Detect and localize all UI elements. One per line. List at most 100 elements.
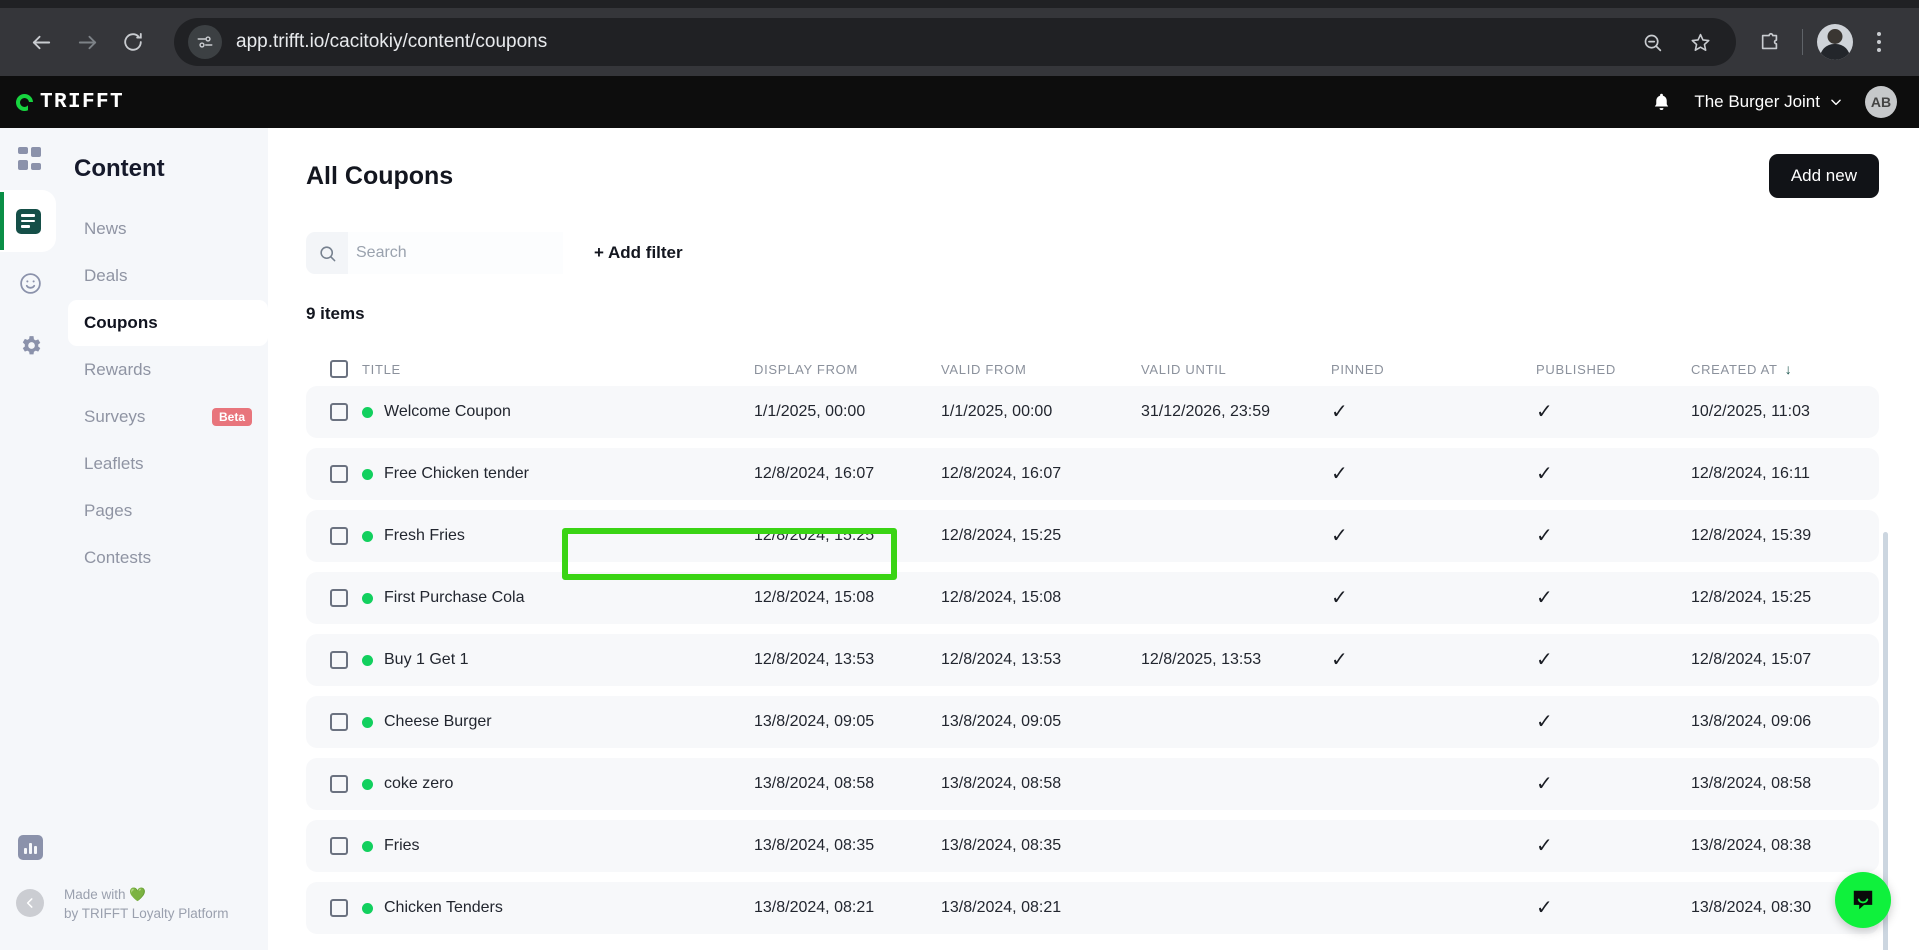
cell-title[interactable]: Chicken Tenders	[362, 899, 754, 917]
table-row[interactable]: coke zero 13/8/2024, 08:58 13/8/2024, 08:5…	[306, 758, 1879, 810]
tenant-name: The Burger Joint	[1694, 92, 1820, 111]
row-checkbox[interactable]	[330, 465, 348, 483]
rail-item-settings[interactable]	[0, 314, 60, 376]
sidebar-collapse-button[interactable]	[16, 889, 44, 917]
three-dot-menu-icon[interactable]	[1857, 20, 1901, 64]
sidebar-icon-rail	[0, 128, 60, 950]
chat-widget-button[interactable]	[1835, 872, 1891, 928]
row-checkbox[interactable]	[330, 651, 348, 669]
row-select-cell[interactable]	[306, 403, 362, 421]
row-checkbox[interactable]	[330, 775, 348, 793]
add-filter-button[interactable]: + Add filter	[594, 243, 683, 263]
sidebar-item-leaflets[interactable]: Leaflets	[68, 441, 268, 487]
star-icon[interactable]	[1678, 20, 1722, 64]
select-all-checkbox[interactable]	[330, 360, 348, 378]
status-dot	[362, 778, 373, 790]
cell-published: ✓	[1536, 464, 1691, 485]
coupon-title: Fresh Fries	[384, 527, 465, 544]
row-checkbox[interactable]	[330, 527, 348, 545]
table-row[interactable]: Buy 1 Get 1 12/8/2024, 13:53 12/8/2024, 13…	[306, 634, 1879, 686]
sort-descending-icon: ↓	[1784, 361, 1793, 377]
cell-pinned: ✓	[1331, 588, 1536, 609]
row-select-cell[interactable]	[306, 589, 362, 607]
cell-title[interactable]: Free Chicken tender	[362, 465, 754, 483]
sidebar-item-label: Pages	[84, 501, 133, 520]
user-avatar[interactable]: AB	[1865, 86, 1897, 118]
bell-icon[interactable]	[1651, 92, 1672, 113]
rail-item-content[interactable]	[0, 190, 56, 252]
sidebar-item-rewards[interactable]: Rewards	[68, 347, 268, 393]
coupon-title: Chicken Tenders	[384, 899, 503, 916]
row-checkbox[interactable]	[330, 837, 348, 855]
cell-pinned: ✓	[1331, 464, 1536, 485]
row-select-cell[interactable]	[306, 713, 362, 731]
reload-button[interactable]	[110, 19, 156, 65]
cell-display-from: 1/1/2025, 00:00	[754, 403, 866, 420]
published-check-icon: ✓	[1536, 710, 1553, 733]
sidebar-item-coupons[interactable]: Coupons	[68, 300, 268, 346]
column-header-published[interactable]: PUBLISHED	[1536, 362, 1691, 377]
status-dot	[362, 592, 373, 604]
cell-title[interactable]: Fresh Fries	[362, 527, 754, 545]
column-header-valid-from[interactable]: VALID FROM	[941, 362, 1141, 377]
table-row[interactable]: Chicken Tenders 13/8/2024, 08:21 13/8/2024…	[306, 882, 1879, 934]
extensions-puzzle-icon[interactable]	[1748, 20, 1792, 64]
address-bar[interactable]: app.trifft.io/cacitokiy/content/coupons	[174, 18, 1736, 66]
row-select-cell[interactable]	[306, 775, 362, 793]
search-box[interactable]	[306, 232, 563, 274]
zoom-out-icon[interactable]	[1630, 20, 1674, 64]
row-select-cell[interactable]	[306, 837, 362, 855]
search-input[interactable]	[348, 232, 563, 274]
row-select-cell[interactable]	[306, 465, 362, 483]
add-new-button[interactable]: Add new	[1768, 154, 1879, 198]
column-header-pinned[interactable]: PINNED	[1331, 362, 1536, 377]
rail-item-dashboard[interactable]	[0, 128, 60, 190]
select-all-cell[interactable]	[306, 360, 362, 378]
table-row[interactable]: Welcome Coupon 1/1/2025, 00:00 1/1/2025, 0…	[306, 386, 1879, 438]
rail-item-engagement[interactable]	[0, 252, 60, 314]
back-button[interactable]	[18, 19, 64, 65]
row-select-cell[interactable]	[306, 527, 362, 545]
arrow-right-icon	[78, 35, 96, 49]
column-header-valid-until[interactable]: VALID UNTIL	[1141, 362, 1331, 377]
row-checkbox[interactable]	[330, 589, 348, 607]
row-select-cell[interactable]	[306, 899, 362, 917]
forward-button[interactable]	[64, 19, 110, 65]
table-row[interactable]: Free Chicken tender 12/8/2024, 16:07 12/8/…	[306, 448, 1879, 500]
cell-created-at: 12/8/2024, 15:25	[1691, 589, 1812, 606]
table-row[interactable]: Fries 13/8/2024, 08:35 13/8/2024, 08:35 ✓ 13…	[306, 820, 1879, 872]
rail-item-analytics[interactable]	[18, 835, 43, 860]
column-header-title[interactable]: TITLE	[362, 362, 754, 377]
row-checkbox[interactable]	[330, 403, 348, 421]
cell-title[interactable]: Fries	[362, 837, 754, 855]
column-header-created-at[interactable]: CREATED AT ↓	[1691, 361, 1901, 377]
row-checkbox[interactable]	[330, 713, 348, 731]
toolbar-divider	[1802, 29, 1803, 55]
column-header-display-from[interactable]: DISPLAY FROM	[754, 362, 941, 377]
row-checkbox[interactable]	[330, 899, 348, 917]
cell-title[interactable]: Welcome Coupon	[362, 403, 754, 421]
sidebar-item-news[interactable]: News	[68, 206, 268, 252]
coupon-title: Free Chicken tender	[384, 465, 529, 482]
cell-title[interactable]: coke zero	[362, 775, 754, 793]
cell-title[interactable]: First Purchase Cola	[362, 589, 754, 607]
pinned-check-icon: ✓	[1331, 524, 1348, 547]
trifft-logo[interactable]: TRIFFT	[16, 91, 124, 114]
sidebar-item-surveys[interactable]: Surveys Beta	[68, 394, 268, 440]
cell-title[interactable]: Cheese Burger	[362, 713, 754, 731]
chevron-left-icon	[26, 898, 33, 908]
table-row[interactable]: First Purchase Cola 12/8/2024, 15:08 12/8/…	[306, 572, 1879, 624]
sidebar-item-deals[interactable]: Deals	[68, 253, 268, 299]
bar-chart-icon	[18, 835, 43, 860]
trifft-logo-icon	[16, 93, 34, 111]
table-row[interactable]: Fresh Fries 12/8/2024, 15:25 12/8/2024, 15…	[306, 510, 1879, 562]
cell-title[interactable]: Buy 1 Get 1	[362, 651, 754, 669]
site-settings-icon[interactable]	[188, 25, 222, 59]
row-select-cell[interactable]	[306, 651, 362, 669]
sidebar-item-pages[interactable]: Pages	[68, 488, 268, 534]
table-row[interactable]: Cheese Burger 13/8/2024, 09:05 13/8/2024, …	[306, 696, 1879, 748]
sidebar-item-contests[interactable]: Contests	[68, 535, 268, 581]
url-text: app.trifft.io/cacitokiy/content/coupons	[236, 31, 548, 52]
tenant-switcher[interactable]: The Burger Joint	[1694, 92, 1843, 112]
profile-avatar[interactable]	[1813, 20, 1857, 64]
